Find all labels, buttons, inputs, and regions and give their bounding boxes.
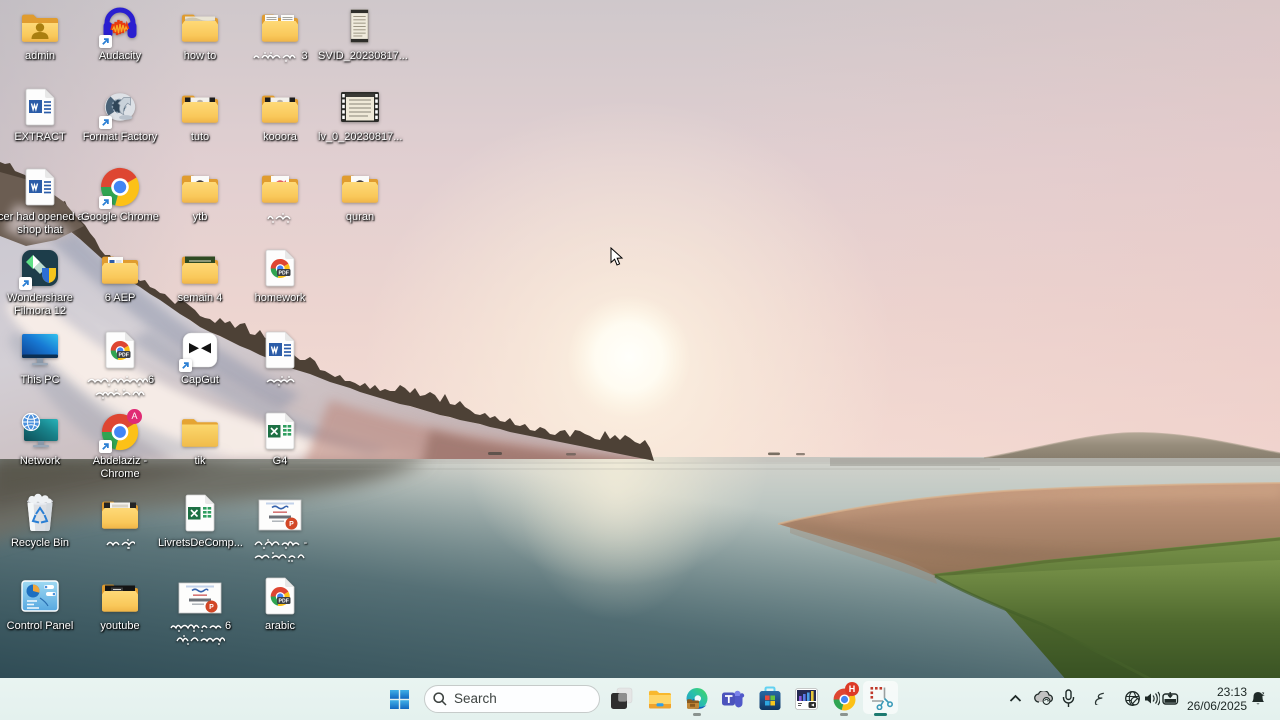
svg-text:z: z <box>1262 692 1265 698</box>
